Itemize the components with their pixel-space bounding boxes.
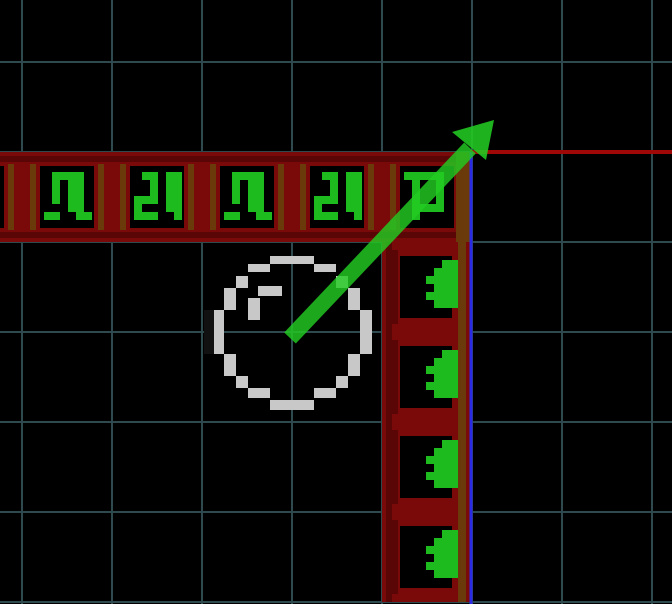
glyph-pixel [426,456,450,464]
glyph-pixel [256,212,272,220]
dial-ring-pixel [336,376,348,388]
glyph-pixel [434,448,450,456]
belt-tile [382,422,472,512]
belt-tile [382,332,472,422]
glyph-pixel [426,546,450,554]
glyph-pixel [426,472,450,480]
glyph-pixel [434,358,450,366]
glyph-pixel [142,212,158,220]
belt-tile [202,152,292,242]
glyph-pixel [52,172,60,204]
dial-ring-pixel [248,264,270,272]
glyph-pixel [434,538,450,546]
dial-ring-pixel [236,376,248,388]
dial-shadow [204,310,214,354]
dial-ring-pixel [348,288,360,310]
dial-hand [248,298,260,320]
glyph-pixel [322,172,338,180]
dial-hand [258,286,282,296]
glyph-pixel [434,374,450,382]
glyph-pixel [434,284,450,292]
dial-ring-pixel [360,310,372,354]
game-canvas[interactable] [0,0,672,604]
belt-tile [382,242,472,332]
glyph-pixel [434,268,450,276]
glyph-pixel [166,172,174,212]
glyph-pixel [426,366,450,374]
glyph-pixel [434,390,458,398]
glyph-pixel [434,570,458,578]
belt-tile [0,152,22,242]
dial-ring-pixel [236,276,248,288]
glyph-pixel [224,212,240,220]
dial-ring-pixel [214,310,224,354]
glyph-pixel [76,172,84,212]
glyph-pixel [346,172,354,212]
glyph-pixel [256,172,264,212]
dial-ring-pixel [348,354,360,376]
belt-tile [382,512,472,602]
glyph-pixel [434,464,450,472]
glyph-pixel [232,172,240,204]
glyph-pixel [434,300,458,308]
glyph-pixel [426,382,450,390]
glyph-pixel [426,562,450,570]
game-viewport[interactable] [0,0,672,604]
grid-lines [0,0,672,604]
glyph-pixel [76,212,92,220]
dial-ring-pixel [248,388,270,398]
glyph-pixel [134,196,142,220]
glyph-pixel [354,172,362,220]
glyph-pixel [426,292,450,300]
dial-ring-pixel [314,264,336,272]
dial-ring-pixel [270,400,314,410]
glyph-pixel [426,276,450,284]
glyph-pixel [322,212,338,220]
dial-ring-pixel [270,256,314,264]
glyph-pixel [434,554,450,562]
belt-tile [292,152,382,242]
dial-ring-pixel [314,388,336,398]
glyph-pixel [174,172,182,220]
glyph-pixel [68,180,76,212]
glyph-pixel [314,196,322,220]
glyph-pixel [248,180,256,212]
glyph-pixel [142,172,158,180]
dial-ring-pixel [224,354,236,376]
dial-ring-pixel [224,288,236,310]
belt-tile [22,152,112,242]
belt-tile [112,152,202,242]
glyph-pixel [44,212,60,220]
glyph-pixel [434,480,458,488]
